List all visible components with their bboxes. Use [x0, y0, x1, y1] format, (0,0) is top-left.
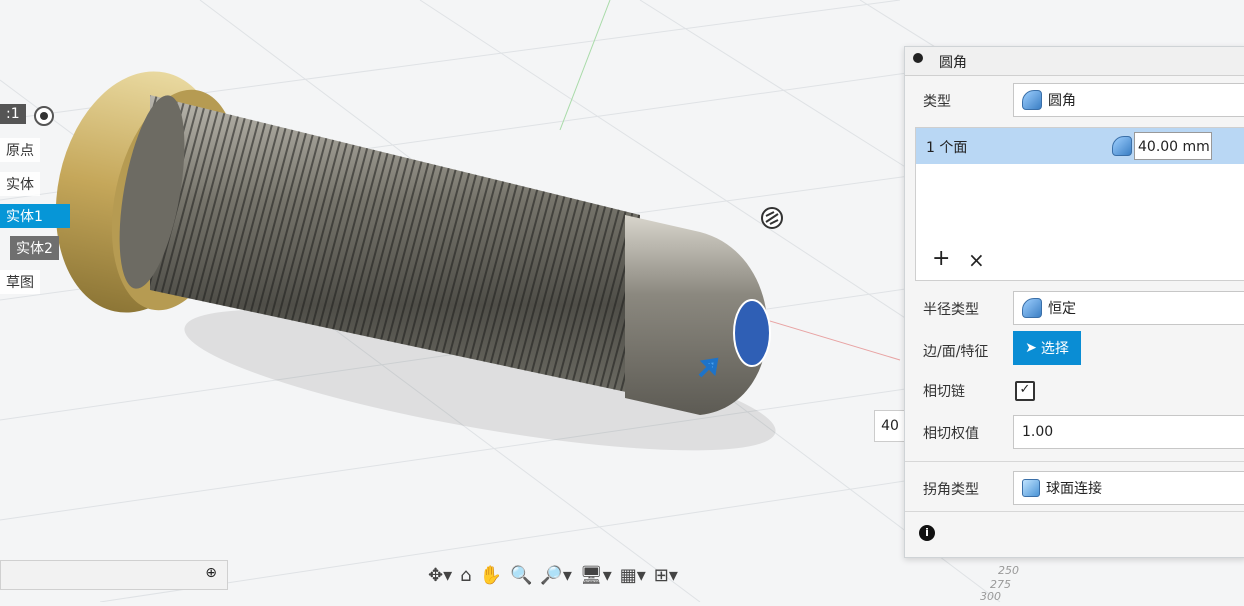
comments-bar[interactable]: ⊕ — [0, 560, 228, 590]
tangent-chain-checkbox[interactable]: ✓ — [1015, 381, 1035, 401]
fillet-type-icon — [1022, 90, 1042, 110]
navigation-bar: ✥▾ ⌂ ✋ 🔍 🔎▾ 🖥▾ ▦▾ ⊞▾ — [428, 558, 758, 592]
orbit-nav-icon[interactable]: ✥▾ — [428, 565, 452, 586]
type-label: 类型 — [923, 94, 951, 110]
setback-icon — [1022, 479, 1040, 497]
fit-icon[interactable]: 🔎▾ — [540, 565, 571, 586]
corner-type-dropdown[interactable]: 球面连接 — [1013, 471, 1244, 505]
grid-settings-icon[interactable]: ▦▾ — [620, 565, 646, 586]
radius-input[interactable]: 40.00 mm — [1134, 132, 1212, 160]
tangent-weight-label: 相切权值 — [923, 426, 979, 442]
radius-type-label: 半径类型 — [923, 302, 979, 318]
tree-item-sketch[interactable]: 草图 — [0, 270, 40, 294]
tangent-chain-label: 相切链 — [923, 384, 965, 400]
add-selection-icon[interactable]: + — [932, 246, 950, 271]
tree-item-body2[interactable]: 实体2 — [10, 236, 59, 260]
scale-label[interactable]: :1 — [0, 104, 26, 124]
tree-item-origin[interactable]: 原点 — [0, 138, 40, 162]
tree-item-bodies[interactable]: 实体 — [0, 172, 40, 196]
dialog-header: 圆角 — [905, 47, 1244, 76]
display-settings-icon[interactable]: 🖥▾ — [580, 565, 612, 586]
grid-label-250: 250 — [998, 564, 1019, 577]
tangent-weight-value: 1.00 — [1022, 424, 1054, 440]
info-icon[interactable]: i — [919, 525, 935, 541]
body1-label: 实体1 — [6, 209, 43, 225]
face-count: 1 个面 — [926, 140, 968, 156]
constant-radius-icon — [1022, 298, 1042, 318]
cursor-icon: ➤ — [1025, 340, 1037, 356]
selected-face — [733, 299, 771, 367]
add-comment-icon[interactable]: ⊕ — [205, 565, 217, 581]
divider — [905, 461, 1244, 462]
collapse-icon[interactable] — [913, 53, 923, 63]
corner-type-value: 球面连接 — [1046, 481, 1102, 497]
grid-label-300: 300 — [980, 590, 1001, 602]
radius-type-dropdown[interactable]: 恒定 — [1013, 291, 1244, 325]
selection-list[interactable]: 1 个面 40.00 mm + × — [915, 127, 1244, 281]
fillet-dialog: 圆角 类型 圆角 1 个面 40.00 mm + × 半径类型 恒定 边/面/特… — [904, 46, 1244, 558]
viewports-icon[interactable]: ⊞▾ — [654, 565, 678, 586]
radius-icon — [1112, 136, 1132, 156]
divider-footer — [905, 511, 1244, 512]
visibility-radio[interactable] — [34, 106, 54, 126]
zoom-icon[interactable]: 🔍 — [510, 565, 532, 586]
dimension-input-partial[interactable]: 40 — [874, 410, 906, 442]
look-at-icon[interactable]: ⌂ — [460, 565, 471, 586]
corner-type-label: 拐角类型 — [923, 482, 979, 498]
radius-type-value: 恒定 — [1048, 301, 1076, 317]
dialog-title: 圆角 — [939, 55, 967, 71]
tree-item-body1[interactable]: 实体1 — [0, 204, 70, 228]
orbit-icon — [761, 207, 783, 229]
type-value: 圆角 — [1048, 93, 1076, 109]
selection-row[interactable]: 1 个面 40.00 mm — [916, 128, 1244, 164]
select-label: 选择 — [1040, 341, 1069, 357]
tangent-weight-input[interactable]: 1.00 — [1013, 415, 1244, 449]
edge-face-label: 边/面/特征 — [923, 344, 989, 360]
pan-icon[interactable]: ✋ — [480, 565, 502, 586]
type-dropdown[interactable]: 圆角 — [1013, 83, 1244, 117]
select-button[interactable]: ➤ 选择 — [1013, 331, 1081, 365]
remove-selection-icon[interactable]: × — [968, 248, 985, 272]
